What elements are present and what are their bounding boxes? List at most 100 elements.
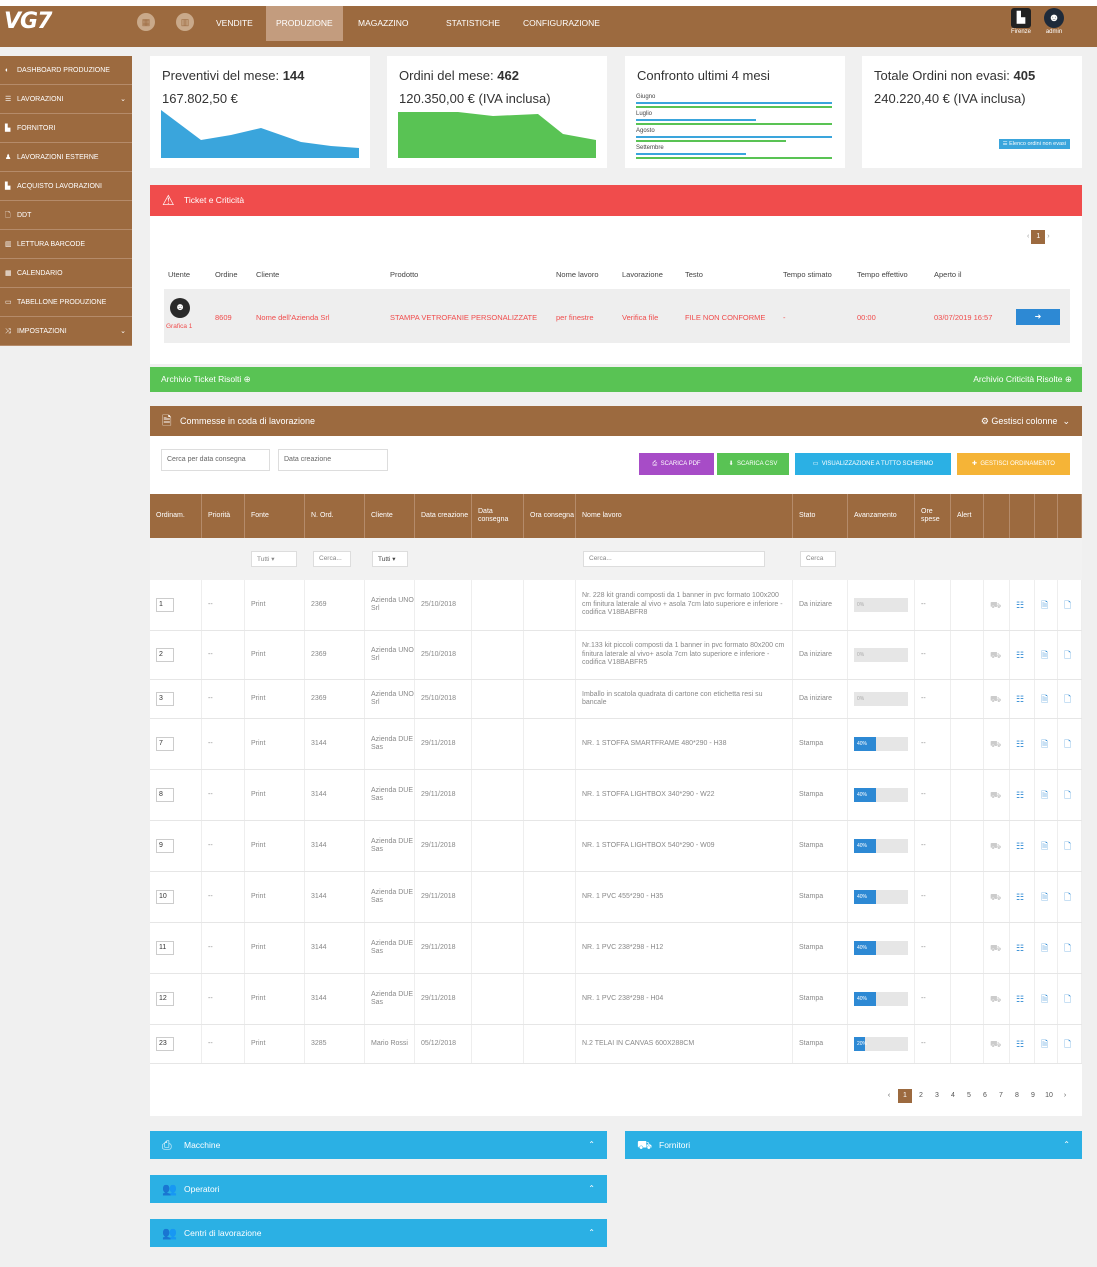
next-page[interactable]: › [1058,1089,1072,1103]
tasks-icon[interactable]: ☷ [1016,739,1024,750]
order-input[interactable]: 23 [156,1037,174,1051]
nav-produzione[interactable]: PRODUZIONE [266,6,343,41]
panel-operatori[interactable]: 👥 Operatori ⌃ [150,1175,607,1203]
column-header[interactable]: Alert [951,494,984,538]
gestisci-ordinamento-button[interactable]: ✚ GESTISCI ORDINAMENTO [957,453,1070,475]
archivio-criticita-link[interactable]: Archivio Criticità Risolte ⊕ [973,367,1072,392]
user-menu[interactable]: ☻ admin [1038,6,1070,35]
tasks-icon[interactable]: ☷ [1016,1039,1024,1050]
document-icon[interactable]: 🗎 [1041,1039,1048,1050]
truck-icon[interactable]: ⛟ [990,739,1001,750]
column-header[interactable]: Cliente [365,494,415,538]
column-header[interactable]: Ora consegna [524,494,576,538]
prev-page[interactable]: ‹ [882,1089,896,1103]
table-row[interactable]: 7 -- Print 3144 Azienda DUE Sas 29/11/2018 NR.… [150,719,1082,770]
page-current[interactable]: 1 [1031,230,1046,244]
pdf-icon[interactable]: 🗋 [1064,943,1071,954]
sidebar-item[interactable]: ▥ LETTURA BARCODE [0,230,132,259]
page-link[interactable]: 8 [1010,1089,1024,1103]
pdf-icon[interactable]: 🗋 [1064,739,1071,750]
page-link[interactable]: 5 [962,1089,976,1103]
nav-statistiche[interactable]: STATISTICHE [436,6,510,41]
page-link[interactable]: 9 [1026,1089,1040,1103]
sidebar-item[interactable]: ♟ LAVORAZIONI ESTERNE [0,143,132,172]
panel-centri[interactable]: 👥 Centri di lavorazione ⌃ [150,1219,607,1247]
search-date-input[interactable]: Cerca per data consegna [161,449,270,471]
order-input[interactable]: 12 [156,992,174,1006]
table-row[interactable]: 3 -- Print 2369 Azienda UNO Srl 25/10/2018 Imb… [150,680,1082,719]
table-pagination[interactable]: ‹ 1 2 3 4 5 6 7 8 9 10 › [880,1089,1072,1103]
document-icon[interactable]: 🗎 [1041,739,1048,750]
truck-icon[interactable]: ⛟ [990,790,1001,801]
cliente-filter[interactable]: Tutti ▾ [372,551,408,567]
order-input[interactable]: 10 [156,890,174,904]
tasks-icon[interactable]: ☷ [1016,892,1024,903]
nav-vendite[interactable]: VENDITE [206,6,263,41]
page-link[interactable]: 2 [914,1089,928,1103]
sidebar-item[interactable]: ▭ TABELLONE PRODUZIONE [0,288,132,317]
truck-icon[interactable]: ⛟ [990,650,1001,661]
scarica-pdf-button[interactable]: ⎙ SCARICA PDF [639,453,714,475]
pdf-icon[interactable]: 🗋 [1064,694,1071,705]
panel-macchine[interactable]: ⎙ Macchine ⌃ [150,1131,607,1159]
tasks-icon[interactable]: ☷ [1016,943,1024,954]
page-link[interactable]: 1 [898,1089,912,1103]
table-row[interactable]: 2 -- Print 2369 Azienda UNO Srl 25/10/2018 Nr.… [150,631,1082,680]
column-header[interactable]: Ore spese [915,494,951,538]
document-icon[interactable]: 🗎 [1041,943,1048,954]
nav-magazzino[interactable]: MAGAZZINO [348,6,419,41]
order-input[interactable]: 8 [156,788,174,802]
truck-icon[interactable]: ⛟ [990,994,1001,1005]
truck-icon[interactable]: ⛟ [990,943,1001,954]
pdf-icon[interactable]: 🗋 [1064,650,1071,661]
calculator-icon[interactable]: ▦ [137,13,155,31]
order-input[interactable]: 9 [156,839,174,853]
archivio-ticket-link[interactable]: Archivio Ticket Risolti ⊕ [161,374,251,384]
table-row[interactable]: 10 -- Print 3144 Azienda DUE Sas 29/11/2018 NR… [150,872,1082,923]
table-row[interactable]: 9 -- Print 3144 Azienda DUE Sas 29/11/2018 NR.… [150,821,1082,872]
document-icon[interactable]: 🗎 [1041,600,1048,611]
pdf-icon[interactable]: 🗋 [1064,790,1071,801]
pdf-icon[interactable]: 🗋 [1064,841,1071,852]
document-icon[interactable]: 🗎 [1041,790,1048,801]
table-row[interactable]: 1 -- Print 2369 Azienda UNO Srl 25/10/2018 Nr.… [150,580,1082,631]
gestisci-colonne-button[interactable]: ⚙ Gestisci colonne ⌄ [981,406,1070,436]
ticket-row[interactable]: ☻ Grafica 1 8609 Nome dell'Azienda Srl S… [164,289,1070,343]
fullscreen-button[interactable]: ▭ VISUALIZZAZIONE A TUTTO SCHERMO [795,453,951,475]
factory-selector[interactable]: ▙ Firenze [1005,6,1037,35]
column-header[interactable]: Stato [793,494,848,538]
column-header[interactable]: Avanzamento [848,494,915,538]
tasks-icon[interactable]: ☷ [1016,790,1024,801]
app-logo[interactable]: VG7 [4,9,84,37]
page-link[interactable]: 7 [994,1089,1008,1103]
page-link[interactable]: 6 [978,1089,992,1103]
truck-icon[interactable]: ⛟ [990,841,1001,852]
truck-icon[interactable]: ⛟ [990,892,1001,903]
nome-filter[interactable]: Cerca... [583,551,765,567]
column-header[interactable]: Ordinam. [150,494,202,538]
creation-date-input[interactable]: Data creazione [278,449,388,471]
tasks-icon[interactable]: ☷ [1016,694,1024,705]
page-link[interactable]: 3 [930,1089,944,1103]
nord-filter[interactable]: Cerca... [313,551,351,567]
tasks-icon[interactable]: ☷ [1016,600,1024,611]
page-link[interactable]: 10 [1042,1089,1056,1103]
sidebar-item[interactable]: 🗋 DDT [0,201,132,230]
tasks-icon[interactable]: ☷ [1016,994,1024,1005]
panel-fornitori[interactable]: ⛟ Fornitori ⌃ [625,1131,1082,1159]
truck-icon[interactable]: ⛟ [990,600,1001,611]
nav-configurazione[interactable]: CONFIGURAZIONE [513,6,610,41]
sidebar-item[interactable]: ⤨ IMPOSTAZIONI ⌄ [0,317,132,346]
tasks-icon[interactable]: ☷ [1016,841,1024,852]
document-icon[interactable]: 🗎 [1041,892,1048,903]
sidebar-item[interactable]: ▙ FORNITORI [0,114,132,143]
sidebar-item[interactable]: ▙ ACQUISTO LAVORAZIONI [0,172,132,201]
pdf-icon[interactable]: 🗋 [1064,1039,1071,1050]
pdf-icon[interactable]: 🗋 [1064,892,1071,903]
document-icon[interactable]: 🗎 [1041,650,1048,661]
fonte-filter[interactable]: Tutti ▾ [251,551,297,567]
table-row[interactable]: 11 -- Print 3144 Azienda DUE Sas 29/11/2018 NR… [150,923,1082,974]
stato-filter[interactable]: Cerca [800,551,836,567]
document-icon[interactable]: 🗎 [1041,841,1048,852]
sidebar-item[interactable]: ▦ CALENDARIO [0,259,132,288]
